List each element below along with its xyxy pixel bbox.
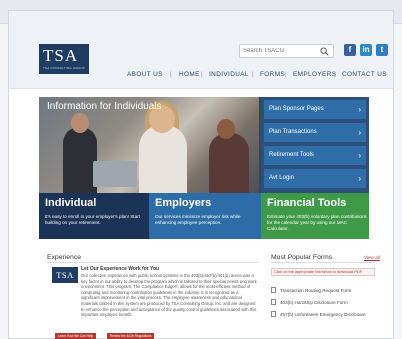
form-link-label: 457(b) Unforeseen Emergency Disclosure [280, 312, 366, 317]
panel-text: Our services minimize employer risk whil… [155, 214, 241, 225]
plan-transactions-link[interactable]: Plan Transactions › [264, 123, 366, 142]
site-header: TSA TSA CONSULTING GROUP f in t ABOUT US… [9, 11, 393, 89]
hero-banner: Information for Individuals Plan Sponsor… [39, 97, 369, 239]
form-link[interactable]: 403(b) Hardship Disclosure Form [271, 299, 348, 305]
form-link[interactable]: Transaction Routing Request Form [271, 287, 351, 293]
experience-lead: Let Our Experience Work for You [81, 266, 160, 272]
view-all-link[interactable]: View all [364, 255, 380, 260]
main-nav: ABOUT US | HOME | INDIVIDUAL | FORMS | E… [109, 71, 389, 83]
website-page: TSA TSA CONSULTING GROUP f in t ABOUT US… [8, 10, 394, 339]
learn-how-button[interactable]: Learn How We Can Help [55, 333, 97, 339]
review-regulations-button[interactable]: Review the 403b Regulations [107, 333, 155, 339]
nav-separator: | [285, 71, 288, 78]
nav-home[interactable]: HOME [179, 71, 200, 78]
twitter-icon[interactable]: t [376, 44, 388, 56]
logo-name: TSA [43, 46, 79, 65]
pdf-icon [271, 287, 276, 293]
panel-text: Estimate your 403(b) voluntary plan cont… [267, 214, 367, 231]
chevron-right-icon: › [358, 174, 361, 183]
hero-title: Information for Individuals [47, 101, 162, 112]
pdf-icon [271, 311, 276, 317]
plan-link-label: Plan Sponsor Pages [269, 106, 324, 112]
nav-separator: | [170, 71, 173, 78]
nav-individual[interactable]: INDIVIDUAL [209, 71, 249, 78]
form-link-label: 403(b) Hardship Disclosure Form [280, 300, 348, 305]
person-head [71, 113, 89, 133]
pdf-icon [271, 299, 276, 305]
avt-login-link[interactable]: Avt Login › [264, 169, 366, 188]
nav-separator: | [201, 71, 204, 78]
facebook-icon[interactable]: f [344, 44, 356, 56]
divider [271, 262, 375, 263]
linkedin-icon[interactable]: in [360, 44, 372, 56]
form-link-label: Transaction Routing Request Form [280, 288, 352, 293]
retirement-tools-link[interactable]: Retirement Tools › [264, 146, 366, 165]
experience-body: Our collective experience with public sc… [81, 273, 257, 318]
chevron-right-icon: › [358, 105, 361, 114]
chevron-right-icon: › [358, 128, 361, 137]
plan-links-menu: Plan Sponsor Pages › Plan Transactions ›… [261, 97, 369, 193]
form-link[interactable]: 457(b) Unforeseen Emergency Disclosure [271, 311, 366, 317]
nav-forms[interactable]: FORMS [260, 71, 285, 78]
nav-employers[interactable]: EMPLOYERS [293, 71, 336, 78]
logo-tagline: TSA CONSULTING GROUP [43, 66, 85, 70]
plan-link-label: Plan Transactions [269, 129, 317, 135]
chevron-right-icon: › [358, 151, 361, 160]
search-box [239, 44, 334, 58]
person-figure [209, 133, 249, 193]
financial-tools-panel[interactable]: Financial Tools Estimate your 403(b) vol… [261, 193, 369, 239]
panel-title: Individual [45, 197, 97, 209]
person-head [217, 119, 235, 139]
nav-contact-us[interactable]: CONTACT US [342, 71, 387, 78]
plan-link-label: Retirement Tools [269, 152, 314, 158]
popular-forms-heading: Most Popular Forms [271, 254, 333, 261]
nav-separator: | [334, 71, 337, 78]
panel-title: Employers [155, 197, 212, 209]
plan-sponsor-pages-link[interactable]: Plan Sponsor Pages › [264, 100, 366, 119]
hero-photo: Information for Individuals [39, 97, 259, 193]
nav-separator: | [252, 71, 255, 78]
individual-panel[interactable]: Individual It's easy to enroll in your e… [39, 193, 149, 239]
employers-panel[interactable]: Employers Our services minimize employer… [149, 193, 261, 239]
tsa-logo[interactable]: TSA TSA CONSULTING GROUP [39, 44, 89, 74]
nav-about-us[interactable]: ABOUT US [127, 71, 163, 78]
experience-logo: TSA [52, 267, 78, 283]
search-input[interactable] [243, 46, 313, 56]
person-figure [63, 127, 97, 193]
divider [47, 262, 259, 263]
panel-title: Financial Tools [267, 197, 347, 209]
experience-heading: Experience [47, 254, 82, 261]
download-note: Click on the appropriate link below to d… [271, 268, 375, 276]
person-figure [139, 125, 187, 193]
search-icon[interactable] [320, 47, 329, 56]
panel-text: It's easy to enroll in your employer's p… [45, 214, 140, 225]
laptop-image [93, 161, 137, 187]
plan-link-label: Avt Login [269, 175, 294, 181]
